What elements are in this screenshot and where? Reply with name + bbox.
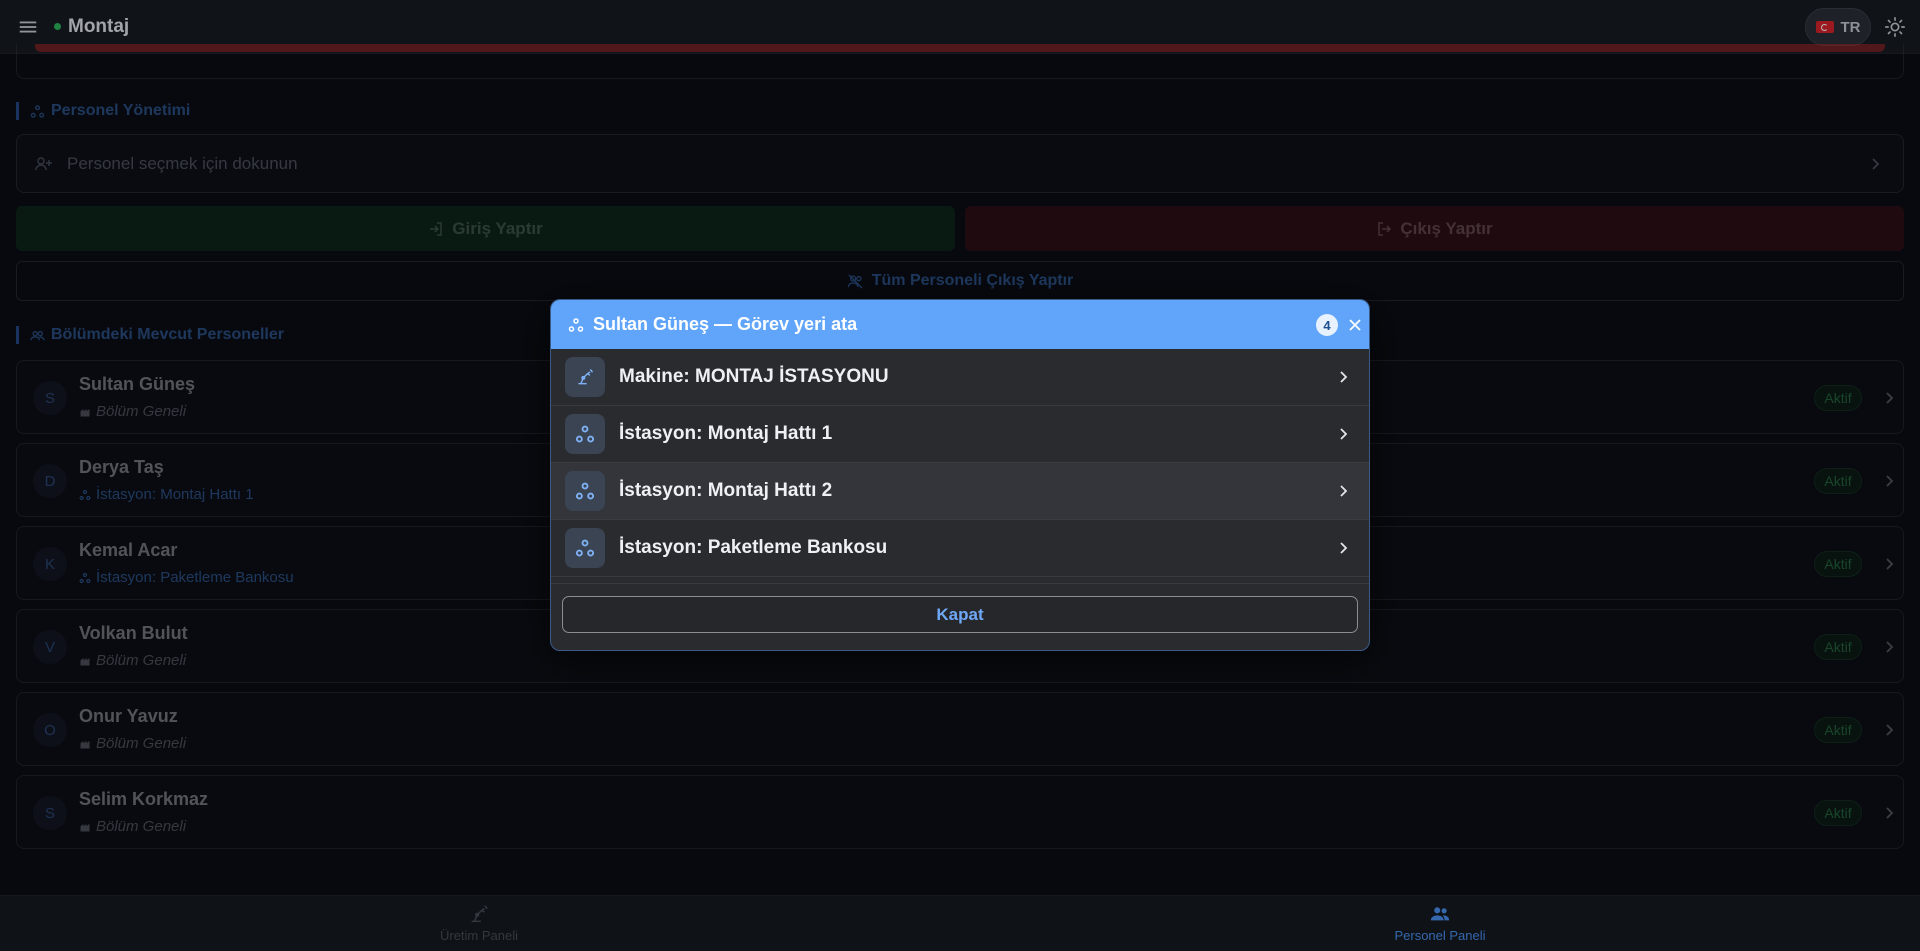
chevron-right-icon <box>1335 540 1351 556</box>
chevron-right-icon <box>1335 483 1351 499</box>
chevron-right-icon <box>1335 369 1351 385</box>
close-button[interactable]: Kapat <box>562 596 1358 633</box>
dialog-title: Sultan Güneş — Görev yeri ata <box>593 314 858 334</box>
assign-location-dialog: Sultan Güneş — Görev yeri ata 4 Makine: … <box>550 299 1370 651</box>
option-label: İstasyon: Montaj Hattı 2 <box>619 480 833 501</box>
option-machine-montaj[interactable]: Makine: MONTAJ İSTASYONU <box>551 349 1369 406</box>
station-icon <box>565 414 605 454</box>
option-count-badge: 4 <box>1316 314 1338 336</box>
option-label: İstasyon: Paketleme Bankosu <box>619 537 888 558</box>
chevron-right-icon <box>1335 426 1351 442</box>
option-station-line-2[interactable]: İstasyon: Montaj Hattı 2 <box>551 463 1369 520</box>
robot-arm-icon <box>565 357 605 397</box>
station-icon <box>565 471 605 511</box>
dialog-header: Sultan Güneş — Görev yeri ata 4 <box>551 300 1369 349</box>
option-station-line-1[interactable]: İstasyon: Montaj Hattı 1 <box>551 406 1369 463</box>
option-label: İstasyon: Montaj Hattı 1 <box>619 423 833 444</box>
dialog-footer: Kapat <box>551 583 1369 650</box>
network-icon <box>568 317 584 333</box>
option-station-packaging[interactable]: İstasyon: Paketleme Bankosu <box>551 520 1369 577</box>
close-icon[interactable] <box>1347 317 1363 333</box>
option-label: Makine: MONTAJ İSTASYONU <box>619 366 889 387</box>
station-icon <box>565 528 605 568</box>
